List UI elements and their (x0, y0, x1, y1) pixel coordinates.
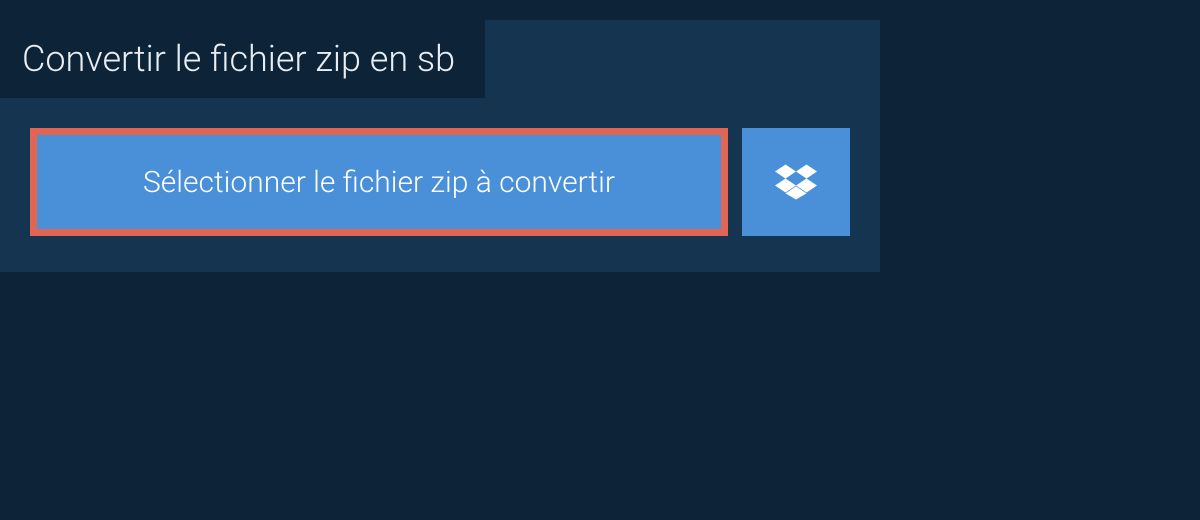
select-file-button[interactable]: Sélectionner le fichier zip à convertir (30, 128, 728, 236)
converter-panel: Convertir le fichier zip en sb Sélection… (0, 20, 880, 272)
dropbox-icon (775, 161, 817, 203)
button-row: Sélectionner le fichier zip à convertir (0, 98, 880, 272)
dropbox-button[interactable] (742, 128, 850, 236)
select-file-label: Sélectionner le fichier zip à convertir (143, 165, 615, 200)
page-title: Convertir le fichier zip en sb (0, 20, 485, 98)
